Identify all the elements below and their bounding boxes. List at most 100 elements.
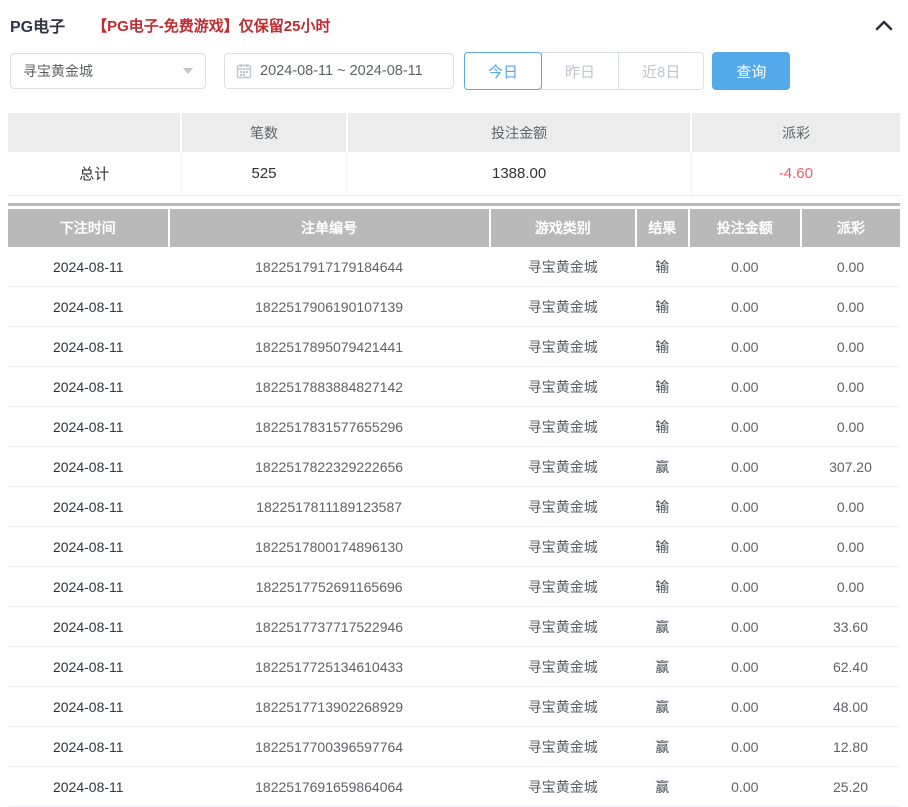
- bet-amount-cell: 0.00: [688, 286, 801, 327]
- bet-id-cell: 1822517831577655296: [168, 406, 490, 447]
- col-header-bet-id: 注单编号: [168, 209, 491, 247]
- filter-bar: 寻宝黄金城 2024-08-11 ~ 2024-08-11 今日 昨日 近8日 …: [10, 52, 908, 90]
- bet-time-cell: 2024-08-11: [8, 326, 169, 367]
- game-type-cell: 寻宝黄金城: [489, 566, 636, 607]
- result-cell: 输: [635, 406, 689, 447]
- bet-time-cell: 2024-08-11: [8, 446, 169, 487]
- bet-row: 2024-08-11 1822517906190107139 寻宝黄金城 输 0…: [8, 286, 900, 327]
- page-title: PG电子: [10, 19, 66, 36]
- bet-id-cell: 1822517917179184644: [168, 247, 490, 287]
- bet-amount-cell: 0.00: [688, 366, 801, 407]
- payout-cell: 48.00: [800, 686, 900, 727]
- col-header-bet-time: 下注时间: [8, 209, 170, 247]
- bet-row: 2024-08-11 1822517800174896130 寻宝黄金城 输 0…: [8, 526, 900, 567]
- col-header-payout: 派彩: [800, 209, 900, 247]
- summary-total-payout: -4.60: [691, 152, 900, 196]
- result-cell: 赢: [635, 446, 689, 487]
- bet-table-wrap: 下注时间 注单编号 游戏类别 结果 投注金额 派彩 2024-08-11 182…: [8, 203, 900, 807]
- bet-id-cell: 1822517800174896130: [168, 526, 490, 567]
- search-button[interactable]: 查询: [712, 52, 791, 90]
- bet-amount-cell: 0.00: [688, 646, 801, 687]
- collapse-panel-button[interactable]: [874, 18, 894, 32]
- chevron-down-icon: [183, 68, 193, 74]
- col-header-result: 结果: [635, 209, 690, 247]
- quick-range-today[interactable]: 今日: [464, 52, 543, 90]
- bet-id-cell: 1822517883884827142: [168, 366, 490, 407]
- summary-total-label: 总计: [8, 152, 182, 196]
- payout-cell: 0.00: [800, 286, 900, 327]
- bet-amount-cell: 0.00: [688, 766, 801, 807]
- bet-row: 2024-08-11 1822517752691165696 寻宝黄金城 输 0…: [8, 566, 900, 607]
- bet-time-cell: 2024-08-11: [8, 726, 169, 767]
- payout-cell: 0.00: [800, 486, 900, 527]
- game-type-cell: 寻宝黄金城: [489, 486, 636, 527]
- result-cell: 输: [635, 486, 689, 527]
- bet-amount-cell: 0.00: [688, 526, 801, 567]
- bet-id-cell: 1822517691659864064: [168, 766, 490, 807]
- game-type-cell: 寻宝黄金城: [489, 326, 636, 367]
- col-header-game-type: 游戏类别: [489, 209, 637, 247]
- bet-time-cell: 2024-08-11: [8, 366, 169, 407]
- summary-table: 笔数 投注金额 派彩 总计 525 1388.00 -4.60: [8, 113, 900, 196]
- col-header-bet-amount: 投注金额: [688, 209, 802, 247]
- result-cell: 输: [635, 286, 689, 327]
- bet-time-cell: 2024-08-11: [8, 766, 169, 807]
- bet-row: 2024-08-11 1822517725134610433 寻宝黄金城 赢 0…: [8, 646, 900, 687]
- payout-cell: 0.00: [800, 406, 900, 447]
- bet-row: 2024-08-11 1822517895079421441 寻宝黄金城 输 0…: [8, 326, 900, 367]
- bet-time-cell: 2024-08-11: [8, 406, 169, 447]
- summary-header-count: 笔数: [181, 113, 348, 152]
- summary-total-bet-amount: 1388.00: [346, 152, 692, 196]
- game-select[interactable]: 寻宝黄金城: [10, 53, 206, 89]
- free-game-notice: 【PG电子-免费游戏】仅保留25小时: [92, 17, 331, 35]
- bet-row: 2024-08-11 1822517713902268929 寻宝黄金城 赢 0…: [8, 686, 900, 727]
- bet-id-cell: 1822517906190107139: [168, 286, 490, 327]
- bet-row: 2024-08-11 1822517811189123587 寻宝黄金城 输 0…: [8, 486, 900, 527]
- result-cell: 输: [635, 247, 689, 287]
- date-range-input[interactable]: 2024-08-11 ~ 2024-08-11: [224, 53, 454, 89]
- result-cell: 赢: [635, 686, 689, 727]
- bet-time-cell: 2024-08-11: [8, 286, 169, 327]
- game-type-cell: 寻宝黄金城: [489, 366, 636, 407]
- bet-id-cell: 1822517752691165696: [168, 566, 490, 607]
- quick-range-last8days[interactable]: 近8日: [618, 52, 705, 90]
- bet-records-table: 下注时间 注单编号 游戏类别 结果 投注金额 派彩 2024-08-11 182…: [8, 209, 900, 807]
- bet-row: 2024-08-11 1822517883884827142 寻宝黄金城 输 0…: [8, 366, 900, 407]
- bet-time-cell: 2024-08-11: [8, 686, 169, 727]
- payout-cell: 0.00: [800, 247, 900, 287]
- bet-id-cell: 1822517713902268929: [168, 686, 490, 727]
- game-type-cell: 寻宝黄金城: [489, 406, 636, 447]
- bet-row: 2024-08-11 1822517917179184644 寻宝黄金城 输 0…: [8, 247, 900, 287]
- bet-row: 2024-08-11 1822517831577655296 寻宝黄金城 输 0…: [8, 406, 900, 447]
- quick-range-group: 今日 昨日 近8日: [464, 52, 705, 90]
- quick-range-yesterday[interactable]: 昨日: [541, 52, 620, 90]
- bet-time-cell: 2024-08-11: [8, 566, 169, 607]
- summary-header-bet-amount: 投注金额: [346, 113, 693, 152]
- summary-total-row: 总计 525 1388.00 -4.60: [8, 152, 900, 196]
- table-top-divider: [8, 203, 900, 206]
- result-cell: 赢: [635, 646, 689, 687]
- date-range-value: 2024-08-11 ~ 2024-08-11: [260, 63, 423, 79]
- bet-id-cell: 1822517822329222656: [168, 446, 490, 487]
- bet-amount-cell: 0.00: [688, 726, 801, 767]
- bet-time-cell: 2024-08-11: [8, 646, 169, 687]
- chevron-up-icon: [875, 20, 893, 31]
- bet-amount-cell: 0.00: [688, 566, 801, 607]
- bet-row: 2024-08-11 1822517822329222656 寻宝黄金城 赢 0…: [8, 446, 900, 487]
- payout-cell: 0.00: [800, 526, 900, 567]
- result-cell: 输: [635, 366, 689, 407]
- payout-cell: 307.20: [800, 446, 900, 487]
- bet-amount-cell: 0.00: [688, 606, 801, 647]
- payout-cell: 0.00: [800, 366, 900, 407]
- panel-header: PG电子 【PG电子-免费游戏】仅保留25小时: [0, 0, 908, 39]
- game-type-cell: 寻宝黄金城: [489, 247, 636, 287]
- bet-id-cell: 1822517725134610433: [168, 646, 490, 687]
- bet-time-cell: 2024-08-11: [8, 606, 169, 647]
- game-type-cell: 寻宝黄金城: [489, 686, 636, 727]
- bet-row: 2024-08-11 1822517700396597764 寻宝黄金城 赢 0…: [8, 726, 900, 767]
- result-cell: 赢: [635, 606, 689, 647]
- payout-cell: 12.80: [800, 726, 900, 767]
- result-cell: 赢: [635, 726, 689, 767]
- bet-time-cell: 2024-08-11: [8, 486, 169, 527]
- summary-header-payout: 派彩: [691, 113, 900, 152]
